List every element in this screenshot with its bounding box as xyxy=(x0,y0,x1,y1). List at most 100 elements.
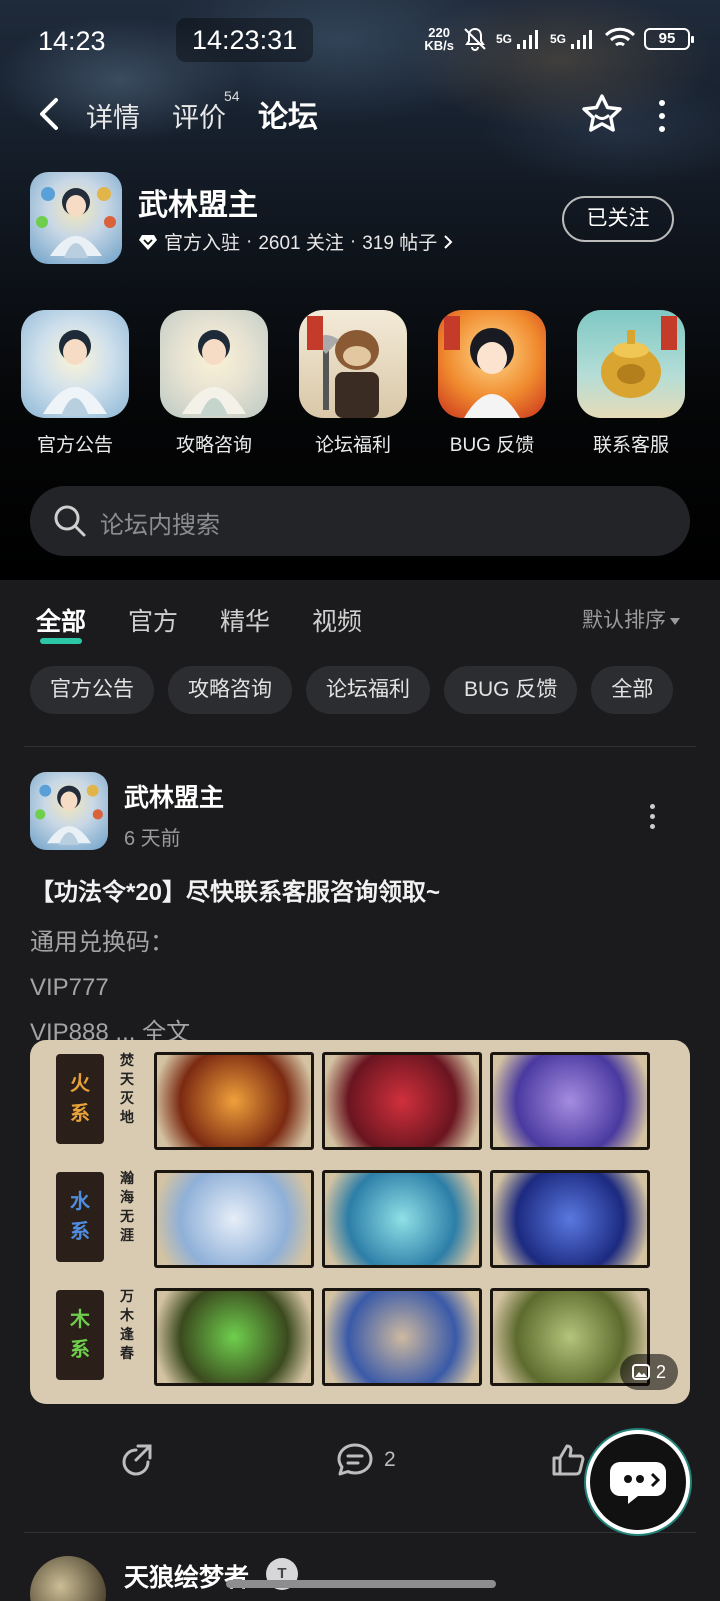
element-label-char: 火 xyxy=(70,1073,90,1095)
forum-avatar[interactable] xyxy=(30,172,122,264)
review-count-badge: 54 xyxy=(224,88,240,104)
element-label: 木 系 xyxy=(56,1290,104,1380)
shortcut-label: BUG 反馈 xyxy=(449,435,535,456)
element-label: 火 系 xyxy=(56,1054,104,1144)
post-author-name[interactable]: 武林盟主 xyxy=(124,778,224,814)
image-row-fire: 火 系 焚天灭地 xyxy=(30,1044,690,1156)
forum-info: 武林盟主 官方入驻 · 2601 关注 · 319 帖子 已关注 xyxy=(30,172,690,268)
shortcut-announcements[interactable]: 官方公告 xyxy=(10,310,140,457)
network-speed-unit: KB/s xyxy=(424,38,454,53)
customer-service-icon xyxy=(577,310,685,418)
network-speed: 220 KB/s xyxy=(424,26,454,52)
image-count-badge: 2 xyxy=(619,1354,678,1390)
shortcut-label: 攻略咨询 xyxy=(175,435,252,456)
tab-reviews[interactable]: 评价 xyxy=(172,96,226,135)
image-row-wood: 木 系 万木逢春 xyxy=(30,1280,690,1392)
monk-figure-icon xyxy=(36,187,116,258)
official-label: 官方入驻 xyxy=(164,233,241,254)
chat-bubble-icon xyxy=(610,1462,666,1504)
gallery-icon xyxy=(631,1364,650,1380)
post-title[interactable]: 【功法令*20】尽快联系客服咨询领取~ xyxy=(30,872,440,907)
back-arrow-icon[interactable] xyxy=(36,96,62,132)
shortcut-guides[interactable]: 攻略咨询 xyxy=(149,310,279,457)
shortcut-customer-service[interactable]: 联系客服 xyxy=(566,310,696,457)
benefits-icon xyxy=(299,310,407,418)
element-label: 水 系 xyxy=(56,1172,104,1262)
favorite-star-icon[interactable] xyxy=(580,92,624,136)
post-body-line: 通用兑换码： xyxy=(30,929,174,956)
shortcut-label: 论坛福利 xyxy=(314,435,391,456)
post-author-avatar[interactable] xyxy=(30,772,108,850)
image-row-water: 水 系 瀚海无涯 xyxy=(30,1162,690,1274)
chip-bug-report[interactable]: BUG 反馈 xyxy=(444,666,578,714)
shortcut-benefits[interactable]: 论坛福利 xyxy=(288,310,418,457)
chevron-right-icon xyxy=(444,234,453,249)
search-icon xyxy=(54,505,86,537)
post-more-icon[interactable] xyxy=(650,804,660,834)
tab-details[interactable]: 详情 xyxy=(86,96,140,135)
forum-name: 武林盟主 xyxy=(138,189,258,222)
follower-count: 2601 关注 xyxy=(258,233,344,254)
image-count: 2 xyxy=(655,1362,666,1382)
tab-official[interactable]: 官方 xyxy=(128,602,178,638)
comment-count: 2 xyxy=(384,1448,396,1471)
post-body-line: VIP777 xyxy=(30,974,109,1001)
tab-video[interactable]: 视频 xyxy=(312,602,362,638)
official-diamond-icon xyxy=(139,234,157,250)
comment-button[interactable]: 2 xyxy=(336,1442,396,1478)
water-creature-2 xyxy=(322,1170,482,1268)
post-image[interactable]: 火 系 焚天灭地 水 系 瀚海无涯 木 系 万木逢春 2 xyxy=(30,1040,690,1404)
follow-button[interactable]: 已关注 xyxy=(562,196,674,242)
element-label-char: 木 xyxy=(70,1309,90,1331)
post-body[interactable]: 通用兑换码： VIP777 VIP888 ... 全文 xyxy=(30,920,190,1055)
tab-all[interactable]: 全部 xyxy=(36,602,86,644)
tab-featured[interactable]: 精华 xyxy=(220,602,270,638)
top-nav: 详情 评价 54 论坛 xyxy=(0,86,720,146)
shortcut-label: 官方公告 xyxy=(36,435,113,456)
chip-announcements[interactable]: 官方公告 xyxy=(30,666,154,714)
comment-icon xyxy=(337,1443,373,1476)
chip-all[interactable]: 全部 xyxy=(591,666,674,714)
battery-indicator: 95 xyxy=(644,28,694,50)
bug-report-icon xyxy=(438,310,546,418)
forum-search-bar[interactable]: 论坛内搜索 xyxy=(30,486,690,556)
category-chips: 官方公告 攻略咨询 论坛福利 BUG 反馈 全部 xyxy=(30,666,674,714)
chip-benefits[interactable]: 论坛福利 xyxy=(306,666,430,714)
floating-chat-button[interactable] xyxy=(586,1430,690,1534)
wood-creature-2 xyxy=(322,1288,482,1386)
sort-dropdown[interactable]: 默认排序 xyxy=(582,604,680,634)
shortcut-row: 官方公告 攻略咨询 论坛福利 BUG 反馈 联系客服 xyxy=(0,310,720,460)
fire-creature-1 xyxy=(154,1052,314,1150)
shortcut-label: 联系客服 xyxy=(592,435,669,456)
divider xyxy=(24,746,696,747)
chip-guides[interactable]: 攻略咨询 xyxy=(168,666,292,714)
post-timestamp: 6 天前 xyxy=(124,828,181,850)
element-caption: 焚天灭地 xyxy=(120,1053,134,1126)
like-button[interactable] xyxy=(550,1442,586,1478)
shortcut-bug-report[interactable]: BUG 反馈 xyxy=(427,310,557,457)
element-label-char: 系 xyxy=(70,1103,90,1125)
tab-forum[interactable]: 论坛 xyxy=(258,92,318,138)
element-label-char: 系 xyxy=(70,1339,90,1361)
post-author-avatar[interactable] xyxy=(30,1556,106,1601)
post-author-name[interactable]: 天狼绘梦者 xyxy=(124,1558,249,1594)
forum-stats[interactable]: 官方入驻 · 2601 关注 · 319 帖子 xyxy=(138,228,453,255)
element-label-char: 水 xyxy=(70,1191,90,1213)
element-caption: 瀚海无涯 xyxy=(120,1171,134,1244)
post-count: 319 帖子 xyxy=(362,233,438,254)
meta-separator: · xyxy=(349,230,357,252)
status-time: 14:23 xyxy=(38,26,106,56)
more-options-icon[interactable] xyxy=(656,100,668,132)
fire-creature-2 xyxy=(322,1052,482,1150)
floating-clock: 14:23:31 xyxy=(176,18,314,62)
caret-down-icon xyxy=(670,617,680,625)
fire-creature-3 xyxy=(490,1052,650,1150)
search-placeholder: 论坛内搜索 xyxy=(100,512,220,539)
divider xyxy=(24,1532,696,1533)
signal-2-icon xyxy=(571,30,592,49)
status-bar: 14:23 14:23:31 220 KB/s 5G 5G 95 xyxy=(0,0,720,84)
share-icon xyxy=(122,1444,152,1476)
water-creature-1 xyxy=(154,1170,314,1268)
share-button[interactable] xyxy=(118,1442,154,1478)
guide-icon xyxy=(160,310,268,418)
